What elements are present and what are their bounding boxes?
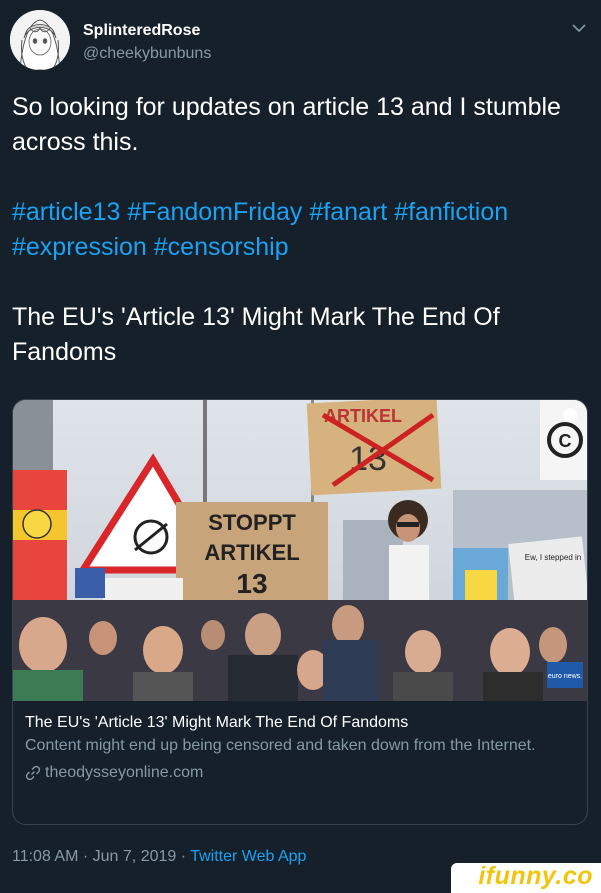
hashtag-link[interactable]: #expression	[12, 233, 147, 261]
avatar-drawing-icon	[10, 10, 70, 70]
tweet-body-line: So looking for updates on article 13 and…	[12, 93, 561, 156]
hashtag-link[interactable]: #FandomFriday	[127, 198, 302, 226]
tweet-headline: The EU's 'Article 13' Might Mark The End…	[12, 303, 500, 366]
card-image[interactable]: STOPPT ARTIKEL 13 ARTIKEL 13 C Ew, I ste…	[13, 400, 587, 701]
tweet-time[interactable]: 11:08 AM	[12, 848, 78, 865]
tweet-date[interactable]: Jun 7, 2019	[93, 848, 177, 865]
card-title[interactable]: The EU's 'Article 13' Might Mark The End…	[25, 712, 575, 734]
hashtag-link[interactable]: #fanart	[309, 198, 387, 226]
euronews-logo: euro news.	[548, 673, 582, 680]
chevron-down-icon[interactable]	[571, 20, 587, 36]
tweet-header: SplinteredRose @cheekybunbuns	[10, 10, 591, 74]
card-domain[interactable]: theodysseyonline.com	[25, 762, 575, 784]
ifunny-watermark: ifunny.co	[451, 862, 601, 893]
protest-photo: STOPPT ARTIKEL 13 ARTIKEL 13 C Ew, I ste…	[13, 400, 587, 701]
hashtag-block: #article13 #FandomFriday #fanart #fanfic…	[12, 195, 582, 265]
card-domain-text[interactable]: theodysseyonline.com	[45, 762, 203, 784]
hashtag-link[interactable]: #fanfiction	[394, 198, 508, 226]
svg-text:C: C	[559, 431, 572, 451]
watermark-text: ifunny.co	[478, 862, 593, 890]
meta-separator: ·	[180, 848, 187, 865]
hashtag-link[interactable]: #article13	[12, 198, 120, 226]
meta-separator: ·	[82, 848, 89, 865]
display-name[interactable]: SplinteredRose	[83, 22, 200, 40]
card-body: The EU's 'Article 13' Might Mark The End…	[25, 712, 575, 784]
tweet-text: So looking for updates on article 13 and…	[12, 90, 582, 405]
card-description: Content might end up being censored and …	[25, 737, 536, 754]
link-icon	[25, 765, 41, 781]
svg-text:STOPPT: STOPPT	[208, 510, 296, 535]
tweet-meta: 11:08 AM · Jun 7, 2019 · Twitter Web App	[12, 848, 306, 866]
svg-text:ARTIKEL: ARTIKEL	[204, 540, 299, 565]
user-handle[interactable]: @cheekybunbuns	[83, 45, 211, 63]
svg-text:13: 13	[236, 568, 267, 599]
svg-text:Ew, I stepped in: Ew, I stepped in	[525, 553, 581, 562]
link-preview-card[interactable]: STOPPT ARTIKEL 13 ARTIKEL 13 C Ew, I ste…	[12, 399, 588, 825]
avatar[interactable]	[10, 10, 70, 70]
hashtag-link[interactable]: #censorship	[154, 233, 289, 261]
source-app-link[interactable]: Twitter Web App	[190, 848, 306, 865]
